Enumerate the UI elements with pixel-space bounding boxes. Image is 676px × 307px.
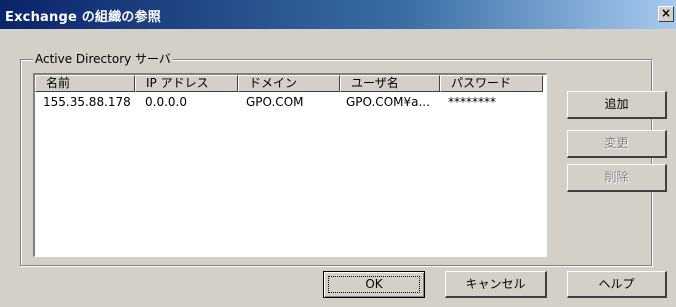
column-header-name[interactable]: 名前: [35, 75, 135, 92]
change-button[interactable]: 変更: [567, 130, 667, 158]
list-header: 名前 IP アドレス ドメイン ユーザ名 パスワード: [35, 75, 546, 92]
column-header-username[interactable]: ユーザ名: [340, 75, 440, 92]
delete-button-label: 削除: [604, 170, 629, 184]
groupbox-label: Active Directory サーバ: [33, 50, 173, 67]
dialog-title: Exchange の組織の参照: [5, 10, 161, 25]
ok-button-label: OK: [365, 277, 383, 291]
help-button-label: ヘルプ: [598, 277, 635, 291]
cell-password: ********: [448, 95, 496, 109]
ok-button[interactable]: OK: [323, 271, 425, 298]
server-list[interactable]: 名前 IP アドレス ドメイン ユーザ名 パスワード 155.35.88.178…: [33, 73, 547, 257]
column-header-domain[interactable]: ドメイン: [238, 75, 340, 92]
close-button[interactable]: ×: [658, 6, 674, 22]
cell-domain: GPO.COM: [246, 95, 304, 109]
add-button[interactable]: 追加: [567, 91, 667, 119]
close-icon: ×: [660, 6, 672, 20]
cell-name: 155.35.88.178: [43, 95, 131, 109]
cancel-button-label: キャンセル: [465, 277, 526, 291]
table-row[interactable]: 155.35.88.178 0.0.0.0 GPO.COM GPO.COM¥a.…: [35, 95, 546, 111]
exchange-org-browse-dialog: Exchange の組織の参照 × Active Directory サーバ 名…: [0, 0, 676, 307]
column-header-ip-address[interactable]: IP アドレス: [135, 75, 238, 92]
change-button-label: 変更: [604, 136, 629, 150]
column-header-password[interactable]: パスワード: [440, 75, 543, 92]
cancel-button[interactable]: キャンセル: [445, 271, 547, 298]
title-bar[interactable]: Exchange の組織の参照 ×: [0, 0, 676, 29]
help-button[interactable]: ヘルプ: [567, 271, 667, 298]
cell-ip-address: 0.0.0.0: [145, 95, 187, 109]
add-button-label: 追加: [604, 97, 629, 111]
delete-button[interactable]: 削除: [567, 164, 667, 192]
cell-username: GPO.COM¥a...: [346, 95, 430, 109]
